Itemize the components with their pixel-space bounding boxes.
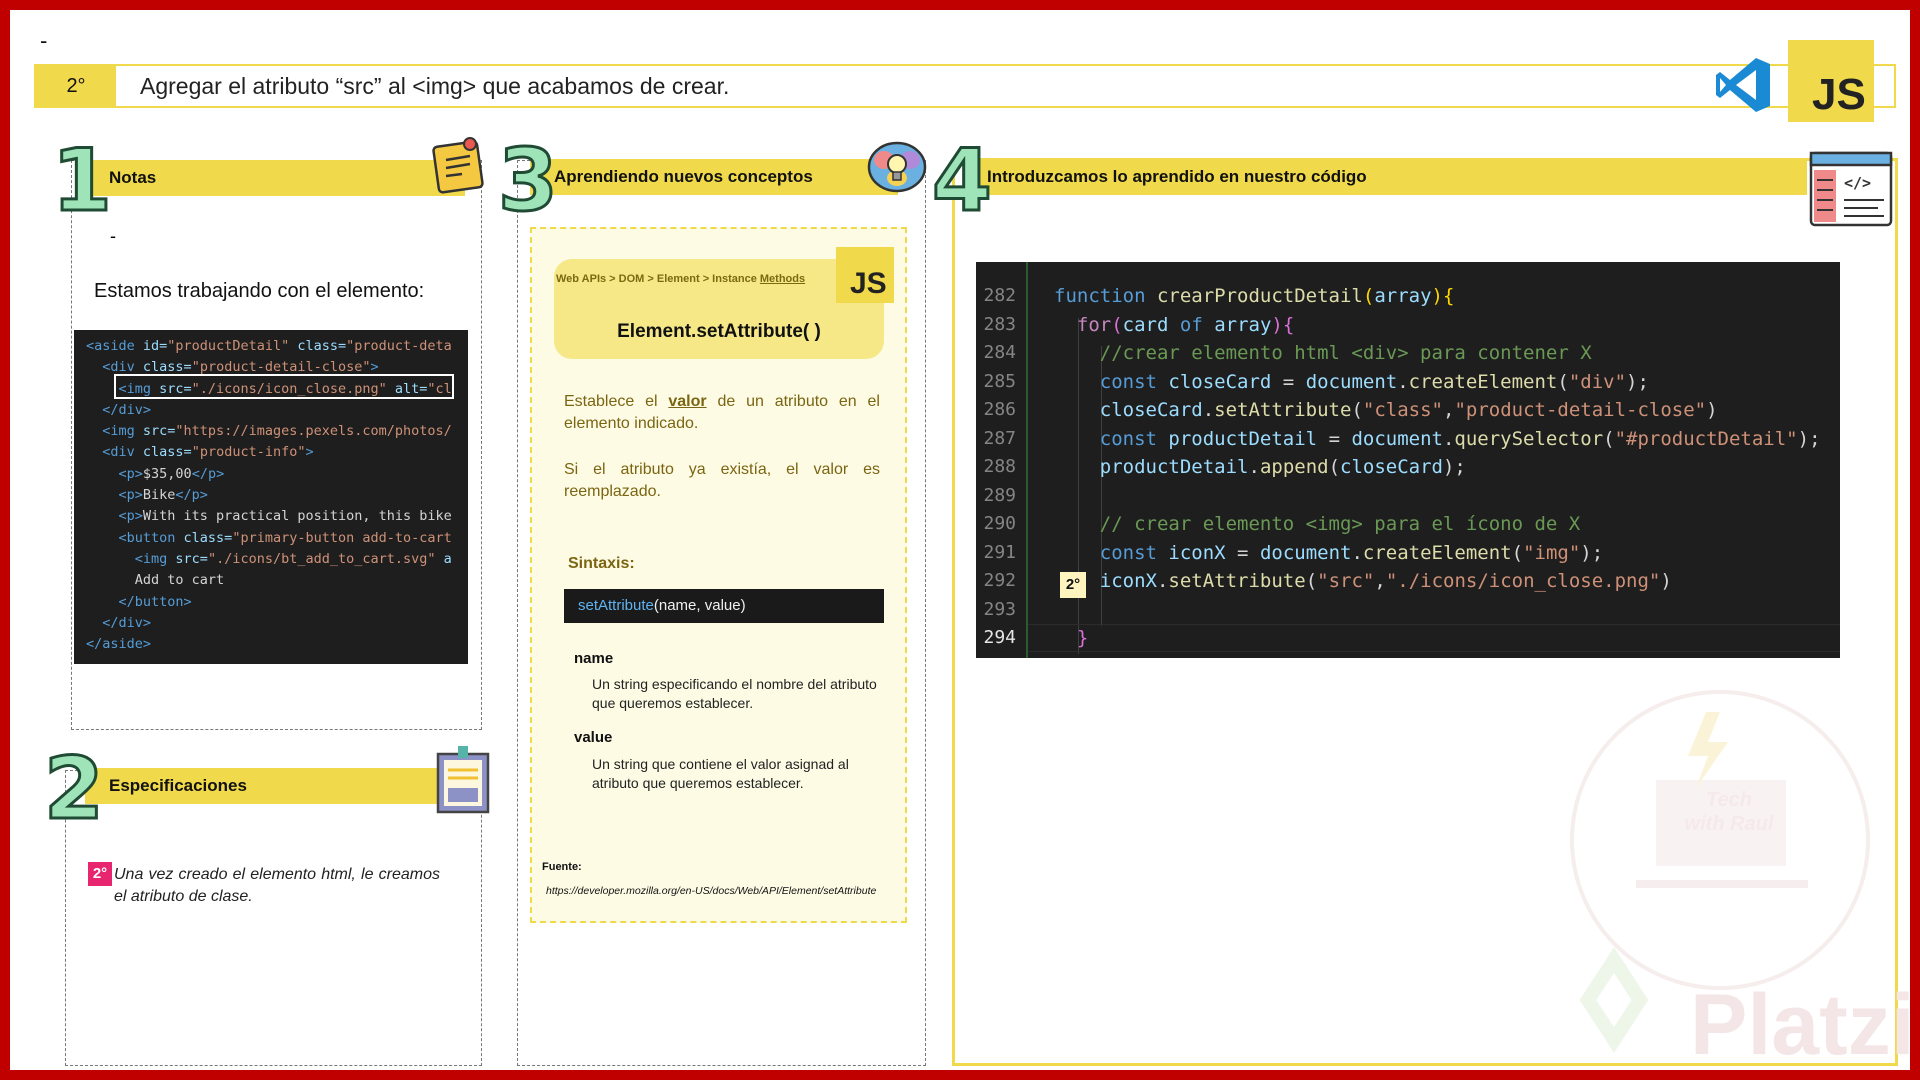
code-line: </button> (118, 593, 192, 610)
method-note: Si el atributo ya existía, el valor es r… (564, 461, 880, 500)
code-line: const productDetail = document.querySele… (1099, 427, 1821, 450)
param-name-label: name (574, 650, 614, 667)
code-panel-title: Introduzcamos lo aprendido en nuestro có… (965, 159, 1807, 195)
method-name: Element.setAttribute( ) (617, 321, 821, 342)
section-number-4: 4 (931, 131, 994, 231)
code-line: closeCard.setAttribute("class","product-… (1099, 399, 1718, 421)
code-step-badge: 2° (1060, 572, 1086, 598)
line-number: 286 (983, 399, 1016, 420)
notes-dash: - (110, 226, 116, 246)
mdn-breadcrumb: Web APIs > DOM > Element > Instance Meth… (556, 273, 805, 285)
notes-text: Estamos trabajando con el elemento: (94, 280, 425, 302)
source-label: Fuente: (542, 861, 582, 873)
code-line: <div class="product-info"> (102, 444, 314, 461)
svg-text:</>: </> (1844, 174, 1871, 192)
sticky-note-icon (432, 137, 484, 194)
js-badge-text: JS (850, 267, 887, 300)
code-line: <img src="./icons/bt_add_to_cart.svg" a (134, 550, 452, 567)
line-number: 294 (983, 627, 1016, 648)
param-value-desc: Un string que contiene el valor asignad … (592, 756, 849, 791)
code-line: // crear elemento <img> para el ícono de… (1099, 513, 1581, 535)
line-number: 284 (983, 342, 1016, 363)
spec-text: Una vez creado el elemento html, le crea… (114, 866, 440, 905)
code-line: </aside> (86, 636, 152, 653)
notes-title: Notas (85, 160, 465, 196)
section-number-3: 3 (497, 131, 560, 231)
code-line: Add to cart (86, 572, 225, 589)
spec-title: Especificaciones (85, 768, 455, 804)
step-number: 2° (36, 66, 116, 106)
line-number: 293 (983, 598, 1016, 620)
line-number: 290 (983, 513, 1016, 534)
code-line: <button class="primary-button add-to-car… (118, 529, 452, 546)
brain-idea-icon (867, 141, 927, 193)
js-badge: JS (836, 247, 894, 303)
watermark-platzi: Platzi (1690, 977, 1910, 1070)
line-number: 289 (983, 484, 1016, 506)
js-logo-text: JS (1812, 70, 1866, 119)
code-line: <p>With its practical position, this bik… (118, 508, 452, 525)
code-line: } (1076, 627, 1089, 649)
code-line: const iconX = document.createElement("im… (1099, 541, 1604, 564)
concepts-title: Aprendiendo nuevos conceptos (530, 159, 898, 195)
line-number: 292 (983, 570, 1016, 591)
code-line: //crear elemento html <div> para contene… (1099, 342, 1592, 364)
line-number: 283 (983, 313, 1016, 335)
line-number-gutter: 282 283 284 285 286 287 288 289 290 291 292 293 294 (976, 262, 1026, 658)
code-line: for(card of array){ (1076, 313, 1295, 336)
code-line: iconX.setAttribute("src","./icons/icon_c… (1099, 570, 1672, 592)
section-number-2: 2 (43, 739, 106, 839)
spec-badge: 2° (88, 862, 112, 886)
line-number: 288 (983, 456, 1016, 477)
code-line: function crearProductDetail(array){ (1054, 285, 1455, 307)
source-url[interactable]: https://developer.mozilla.org/en-US/docs… (546, 885, 906, 897)
js-logo: JS (1788, 40, 1874, 122)
section-number-1: 1 (51, 131, 114, 231)
clipboard-icon (436, 746, 490, 814)
top-dash: - (40, 28, 48, 53)
git-change-bar (1026, 262, 1028, 658)
line-number: 291 (983, 541, 1016, 563)
code-line: </div> (102, 614, 152, 631)
code-lines: function crearProductDetail(array){ for(… (1054, 282, 1821, 653)
code-line: <p>$35,00</p> (118, 465, 225, 482)
code-line: </div> (102, 401, 152, 418)
code-line: <aside id="productDetail" class="product… (86, 338, 452, 354)
code-line: <p>Bike</p> (118, 487, 208, 504)
code-line: const closeCard = document.createElement… (1099, 370, 1649, 393)
watermark-tech-text: Tech with Raul (1684, 789, 1774, 835)
js-code-editor: 282 283 284 285 286 287 288 289 290 291 292 293 294 … (976, 262, 1840, 658)
code-window-icon: </> (1809, 151, 1893, 227)
breadcrumb-methods-link[interactable]: Methods (760, 273, 805, 285)
method-description: Establece el valor de un atributo en el … (564, 393, 880, 432)
line-number: 287 (983, 427, 1016, 449)
step-header-bar: 2° Agregar el atributo “src” al <img> qu… (34, 64, 1896, 108)
step-title: Agregar el atributo “src” al <img> que a… (140, 73, 730, 99)
code-line: <img src="https://images.pexels.com/phot… (102, 423, 452, 440)
bold-valor: valor (668, 393, 707, 410)
param-name-desc: Un string especificando el nombre del at… (592, 676, 877, 711)
line-number: 285 (983, 370, 1016, 392)
concept-card: Web APIs > DOM > Element > Instance Meth… (530, 227, 907, 923)
syntax-title: Sintaxis: (568, 555, 635, 572)
syntax-box: setAttribute(name, value) (564, 589, 884, 623)
code-line: productDetail.append(closeCard); (1099, 456, 1466, 478)
breadcrumb-text: Web APIs > DOM > Element > Instance (556, 273, 757, 285)
vscode-icon (1716, 58, 1770, 112)
line-number: 282 (983, 285, 1016, 306)
param-value-label: value (574, 729, 613, 746)
slide: - 2° Agregar el atributo “src” al <img> … (10, 10, 1910, 1070)
code-highlight-box (114, 374, 454, 399)
spec-panel (65, 770, 482, 1066)
